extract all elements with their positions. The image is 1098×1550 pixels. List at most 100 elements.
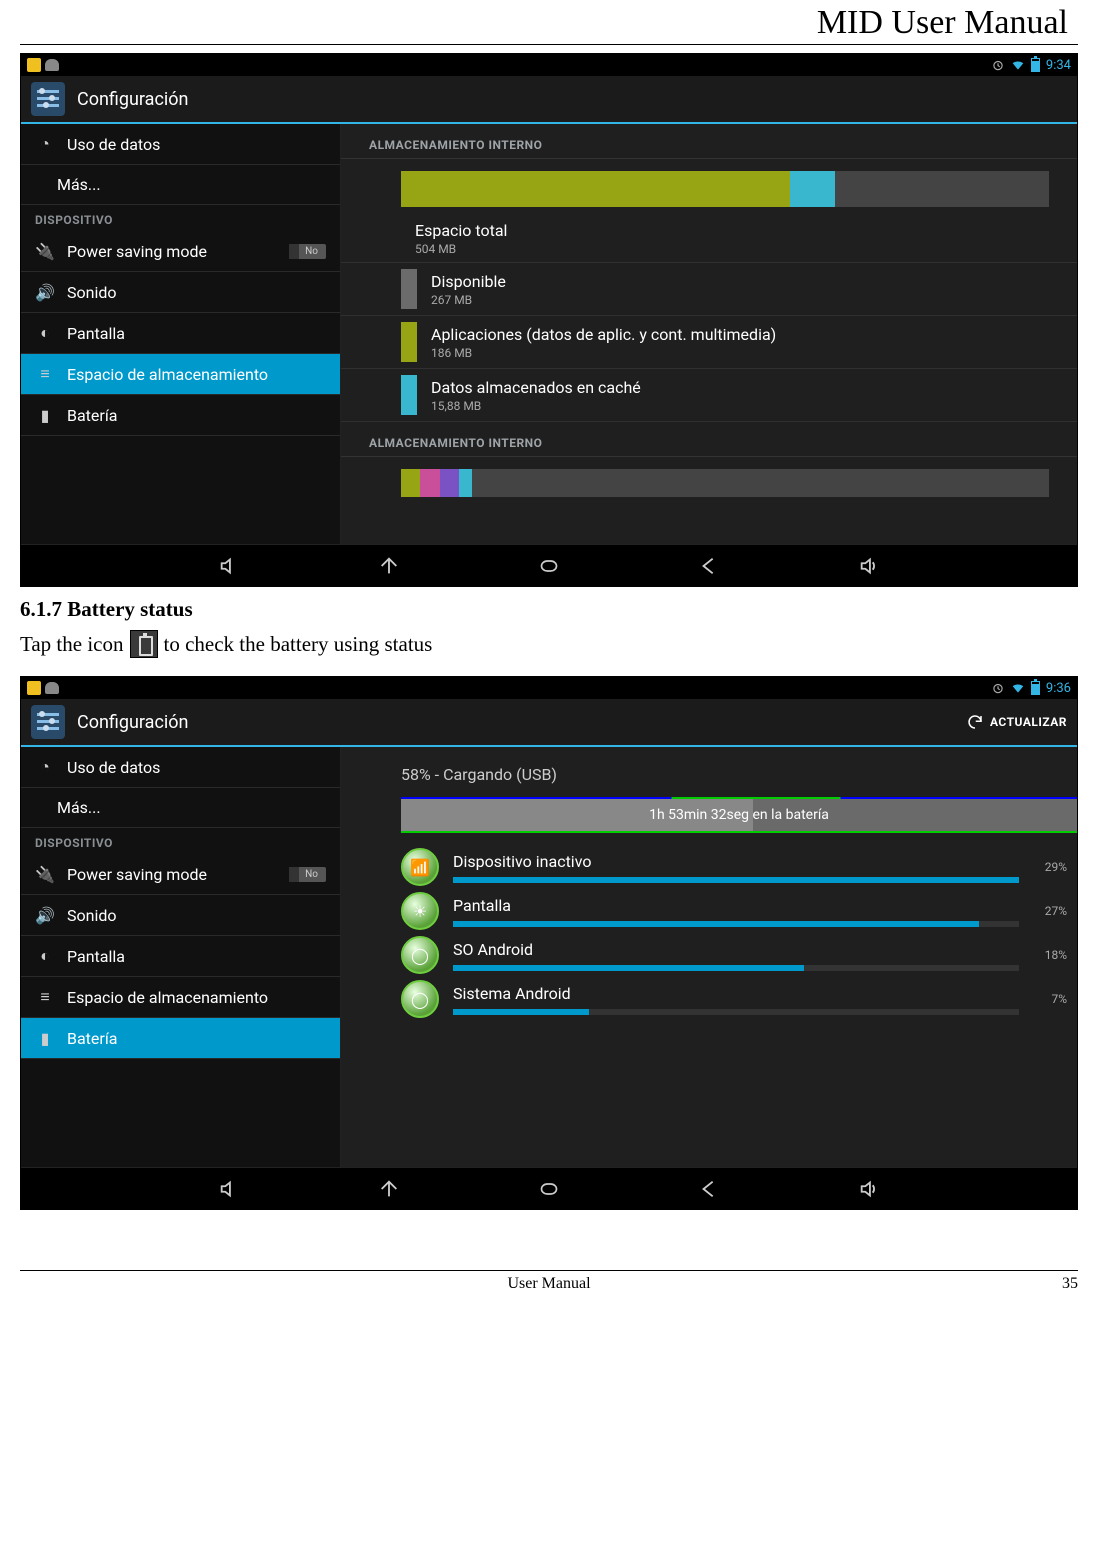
storage-bar-segment <box>790 171 835 207</box>
battery-item-percent: 27% <box>1033 904 1067 918</box>
data-usage-icon: ◔ <box>35 134 55 154</box>
body-text-after: to check the battery using status <box>164 632 433 657</box>
storage-usage-bar <box>401 171 1049 207</box>
sidebar-item-label: Batería <box>67 1029 117 1048</box>
home-icon[interactable] <box>534 555 564 577</box>
storage-row-cache[interactable]: Datos almacenados en caché 15,88 MB <box>341 369 1077 422</box>
home-icon[interactable] <box>534 1178 564 1200</box>
volume-down-icon[interactable] <box>214 1178 244 1200</box>
volume-up-icon[interactable] <box>854 1178 884 1200</box>
sidebar-item-label: Sonido <box>67 906 117 925</box>
battery-history-chart[interactable]: 1h 53min 32seg en la batería <box>401 798 1077 832</box>
recent-icon[interactable] <box>694 1178 724 1200</box>
storage-label: Datos almacenados en caché <box>431 378 641 397</box>
sidebar-item-power-saving[interactable]: 🔌 Power saving mode No <box>21 854 340 895</box>
title-bar: Configuración <box>21 76 1077 124</box>
sidebar-item-data-usage[interactable]: ◔ Uso de datos <box>21 747 340 788</box>
toggle-switch[interactable]: No <box>289 244 326 259</box>
storage-detail-panel: ALMACENAMIENTO INTERNO Espacio total 504… <box>341 124 1077 544</box>
battery-item-label: Pantalla <box>453 896 1019 915</box>
status-bar: 9:34 <box>21 54 1077 76</box>
clock-text: 9:34 <box>1046 58 1071 73</box>
battery-item-label: Sistema Android <box>453 984 1019 1003</box>
storage-section-header: ALMACENAMIENTO INTERNO <box>341 422 1077 457</box>
storage-row-apps[interactable]: Aplicaciones (datos de aplic. y cont. mu… <box>341 316 1077 369</box>
sidebar-item-battery[interactable]: ▮ Batería <box>21 1018 340 1059</box>
battery-inline-icon <box>130 630 158 658</box>
battery-item-label: Dispositivo inactivo <box>453 852 1019 871</box>
android-debug-icon <box>45 682 59 694</box>
nav-bar <box>21 1167 1077 1209</box>
sidebar-item-power-saving[interactable]: 🔌 Power saving mode No <box>21 231 340 272</box>
sidebar-item-label: Espacio de almacenamiento <box>67 365 268 384</box>
title-text: Configuración <box>77 89 188 110</box>
volume-up-icon[interactable] <box>854 555 884 577</box>
battery-item-percent: 18% <box>1033 948 1067 962</box>
android-icon: ◯ <box>401 980 439 1018</box>
storage-row-total[interactable]: Espacio total 504 MB <box>341 215 1077 263</box>
power-icon: 🔌 <box>35 864 55 884</box>
sidebar-item-label: Más... <box>57 798 101 817</box>
storage-bar-segment <box>440 469 459 497</box>
sidebar-item-sound[interactable]: 🔊 Sonido <box>21 895 340 936</box>
sidebar-item-data-usage[interactable]: ◔ Uso de datos <box>21 124 340 165</box>
storage-bar-segment <box>459 469 472 497</box>
storage-value: 267 MB <box>431 293 506 307</box>
sound-icon: 🔊 <box>35 905 55 925</box>
storage-bar-segment <box>401 171 790 207</box>
back-icon[interactable] <box>374 1178 404 1200</box>
sidebar-item-battery[interactable]: ▮ Batería <box>21 395 340 436</box>
data-usage-icon: ◔ <box>35 757 55 777</box>
refresh-icon <box>966 713 984 731</box>
rule-top <box>20 44 1078 45</box>
battery-item-idle[interactable]: 📶 Dispositivo inactivo 29% <box>341 842 1077 886</box>
storage-value: 186 MB <box>431 346 776 360</box>
sidebar-item-label: Power saving mode <box>67 242 207 261</box>
sidebar-item-storage[interactable]: ≡ Espacio de almacenamiento <box>21 354 340 395</box>
sidebar-item-label: Sonido <box>67 283 117 302</box>
clock-text: 9:36 <box>1046 681 1071 696</box>
storage-value: 504 MB <box>415 242 507 256</box>
page-number: 35 <box>1018 1275 1078 1293</box>
title-bar: Configuración ACTUALIZAR <box>21 699 1077 747</box>
storage-label: Espacio total <box>415 221 507 240</box>
storage-row-available[interactable]: Disponible 267 MB <box>341 263 1077 316</box>
settings-icon[interactable] <box>31 82 65 116</box>
sidebar-item-more[interactable]: Más... <box>21 788 340 828</box>
sidebar-item-more[interactable]: Más... <box>21 165 340 205</box>
android-icon: ◯ <box>401 936 439 974</box>
sidebar-item-display[interactable]: ◐ Pantalla <box>21 313 340 354</box>
battery-item-bar <box>453 921 1019 927</box>
battery-icon: ▮ <box>35 1028 55 1048</box>
back-icon[interactable] <box>374 555 404 577</box>
battery-item-bar <box>453 965 1019 971</box>
sidebar-item-display[interactable]: ◐ Pantalla <box>21 936 340 977</box>
battery-item-percent: 29% <box>1033 860 1067 874</box>
color-swatch <box>401 269 417 309</box>
page-footer: User Manual 35 <box>20 1275 1078 1293</box>
android-debug-icon <box>45 59 59 71</box>
volume-down-icon[interactable] <box>214 555 244 577</box>
sidebar-item-label: Batería <box>67 406 117 425</box>
refresh-button[interactable]: ACTUALIZAR <box>966 713 1067 731</box>
battery-icon <box>1031 58 1040 72</box>
recent-icon[interactable] <box>694 555 724 577</box>
body-paragraph: Tap the icon to check the battery using … <box>20 630 1078 658</box>
sidebar-item-label: Pantalla <box>67 324 125 343</box>
alarm-icon <box>991 58 1005 72</box>
body-text-before: Tap the icon <box>20 632 124 657</box>
refresh-label: ACTUALIZAR <box>990 715 1067 729</box>
storage-icon: ≡ <box>35 364 55 384</box>
battery-item-screen[interactable]: ☀ Pantalla 27% <box>341 886 1077 930</box>
toggle-switch[interactable]: No <box>289 867 326 882</box>
sidebar-item-sound[interactable]: 🔊 Sonido <box>21 272 340 313</box>
sidebar-item-storage[interactable]: ≡ Espacio de almacenamiento <box>21 977 340 1018</box>
battery-item-label: SO Android <box>453 940 1019 959</box>
notification-icon <box>27 681 41 695</box>
battery-item-os[interactable]: ◯ SO Android 18% <box>341 930 1077 974</box>
settings-icon[interactable] <box>31 705 65 739</box>
battery-item-system[interactable]: ◯ Sistema Android 7% <box>341 974 1077 1018</box>
section-heading: 6.1.7 Battery status <box>20 597 1078 622</box>
battery-status-text: 58% - Cargando (USB) <box>341 747 1077 790</box>
signal-icon: 📶 <box>401 848 439 886</box>
